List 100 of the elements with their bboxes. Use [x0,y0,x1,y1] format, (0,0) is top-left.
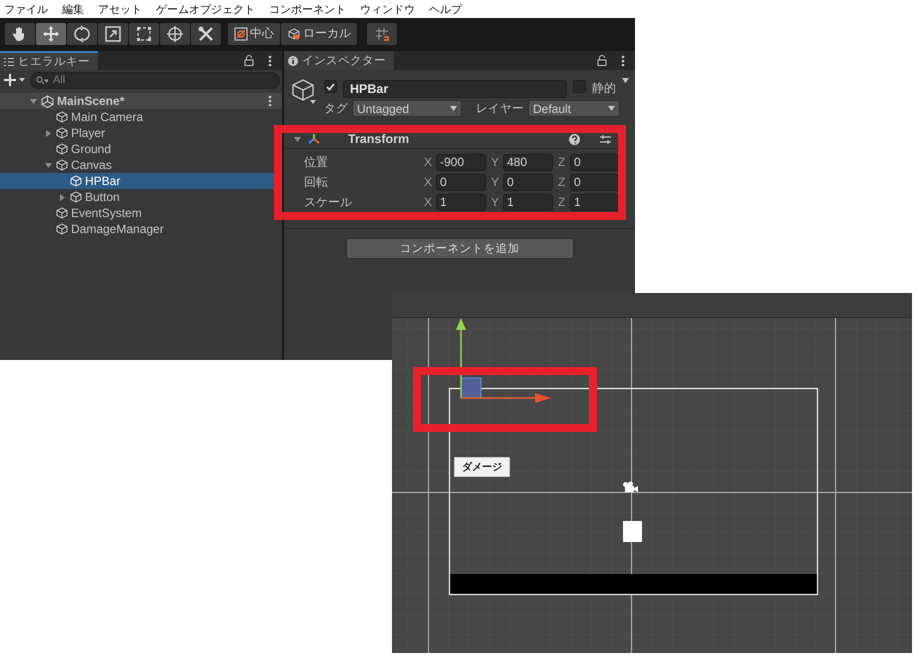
tool-button[interactable] [98,22,128,44]
axis-label: Y [491,195,500,209]
number-field[interactable]: 0 [570,174,620,190]
axis-label: Z [558,195,566,209]
rotate-icon [73,24,91,42]
menu-item[interactable]: ヘルプ [429,2,462,16]
tools-icon [197,24,215,42]
hierarchy-item[interactable]: Main Camera [0,109,282,125]
lock-icon[interactable] [244,55,254,66]
tool-button[interactable] [5,22,35,44]
number-field[interactable]: 0 [570,154,620,170]
add-icon[interactable] [4,74,26,86]
hierarchy-item[interactable]: DamageManager [0,221,282,237]
move-gizmo-drawing[interactable] [456,318,551,403]
hierarchy-tab[interactable]: ヒエラルキー [0,51,98,70]
caret-icon [608,106,615,111]
axis-label: Y [491,155,500,169]
cube-icon [56,223,68,235]
cube-icon [287,26,301,40]
cube-icon [70,191,82,203]
name-field[interactable]: HPBar [343,80,567,98]
component-title: Transform [348,132,410,146]
more-icon[interactable] [268,54,272,66]
hierarchy-item[interactable]: Canvas [0,157,282,173]
image-block [623,521,642,542]
number-field[interactable]: 1 [570,194,620,210]
grid-snap-icon [374,26,390,42]
number-field[interactable]: 0 [503,174,553,190]
search-field[interactable]: All [30,72,280,88]
menu-item[interactable]: アセット [98,2,142,16]
expanded-arrow-icon[interactable] [44,162,52,168]
menu-item[interactable]: ゲームオブジェクト [156,2,255,16]
caret-icon [450,106,457,111]
tool-button[interactable] [36,22,66,44]
active-checkbox[interactable] [324,80,337,93]
check-icon [326,82,335,90]
cube-icon [56,159,68,171]
layer-dropdown[interactable]: Default [528,100,620,117]
tool-button[interactable] [191,22,221,44]
more-icon[interactable] [621,54,625,66]
axis-label: X [424,155,434,169]
collapsed-arrow-icon[interactable] [44,130,52,136]
number-field[interactable]: 1 [436,194,486,210]
collapsed-arrow-icon[interactable] [58,194,66,200]
rect-tool-icon [135,24,153,42]
static-checkbox[interactable] [573,80,586,93]
snap-button[interactable] [367,22,397,44]
axis-label: X [424,195,434,209]
add-component-button[interactable]: コンポーネントを追加 [346,238,574,259]
axis-label: Y [491,175,500,189]
scale-icon [104,24,122,42]
inspector-tab[interactable]: インスペクター [284,51,394,70]
cube-icon [56,127,68,139]
layer-label: レイヤー [476,102,524,116]
property-label: 回転 [304,174,329,190]
tag-dropdown[interactable]: Untagged [352,100,462,117]
move-icon [42,24,60,42]
damage-button[interactable]: ダメージ [454,457,510,477]
gameobject-icon[interactable] [290,78,318,106]
caret-icon[interactable] [622,78,629,83]
pivot-button[interactable]: 中心 [228,22,280,44]
number-field[interactable]: 1 [503,194,553,210]
axis-label: Z [558,155,566,169]
camera-icon [623,482,638,492]
help-icon[interactable] [569,134,580,144]
lock-icon[interactable] [597,55,607,66]
info-icon [288,56,298,66]
menu-item[interactable]: ファイル [4,2,48,16]
cube-icon [56,207,68,219]
hierarchy-item[interactable]: Button [0,189,282,205]
axis-label: X [424,175,434,189]
hierarchy-item[interactable]: Player [0,125,282,141]
cube-icon [56,143,68,155]
static-label: 静的 [592,80,616,97]
property-label: 位置 [304,154,329,170]
cube-icon [70,175,82,187]
menu-item[interactable]: ウィンドウ [360,2,415,16]
transform-axes-icon [308,133,320,145]
number-field[interactable]: 480 [503,154,553,170]
expanded-arrow-icon[interactable] [30,98,36,104]
tool-button[interactable] [67,22,97,44]
number-field[interactable]: 0 [436,174,486,190]
tool-button[interactable] [160,22,190,44]
cube-icon [56,111,68,123]
unity-scene-icon [41,94,54,108]
tool-button[interactable] [129,22,159,44]
more-icon[interactable] [268,95,272,107]
hierarchy-item[interactable]: EventSystem [0,205,282,221]
menu-item[interactable]: コンポーネント [269,2,346,16]
pivot-button[interactable]: ローカル [281,22,357,44]
hierarchy-item[interactable]: Ground [0,141,282,157]
property-label: スケール [304,194,353,210]
expanded-arrow-icon[interactable] [294,136,300,142]
transform-icon [166,24,184,42]
menu-item[interactable]: 編集 [62,2,84,16]
axis-label: Z [558,175,566,189]
pivot-icon [234,26,248,40]
number-field[interactable]: -900 [436,154,486,170]
list-icon [4,56,14,66]
settings-icon[interactable] [600,134,611,144]
